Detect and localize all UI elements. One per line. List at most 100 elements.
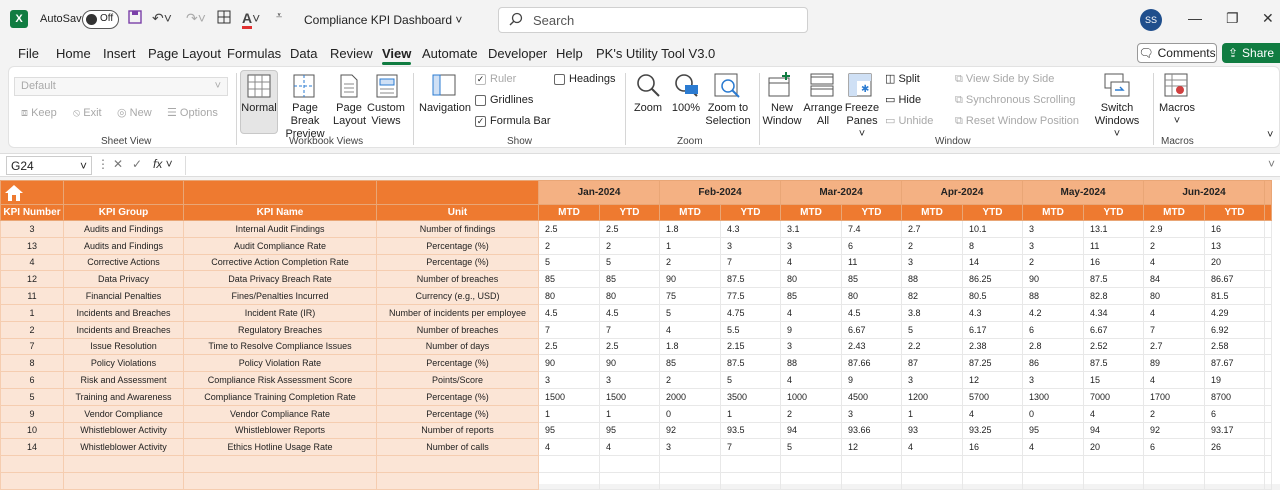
mtd-value-cell[interactable]: 2.9 [1143,220,1205,238]
sheet-view-dropdown[interactable]: Default ˅ [14,77,228,96]
mtd-value-cell[interactable]: 5 [901,320,963,339]
kpi-name-cell[interactable]: Fines/Penalties Incurred [183,287,377,305]
mtd-value-cell[interactable]: 4 [1022,438,1084,457]
restore-icon[interactable]: ❐ [1226,10,1239,27]
formula-bar-checkbox[interactable]: ✓ [475,116,486,127]
mtd-value-cell[interactable]: 75 [659,287,721,305]
kpi-name-cell[interactable]: Policy Violation Rate [183,354,377,373]
ytd-value-cell[interactable] [962,471,1023,490]
mtd-value-cell[interactable]: 88 [1022,287,1084,305]
tab-utility-tool[interactable]: PK's Utility Tool V3.0 [596,46,715,61]
unit-cell[interactable]: Percentage (%) [376,404,539,423]
mtd-value-cell[interactable]: 92 [659,421,721,440]
ytd-value-cell[interactable]: 1 [599,404,660,423]
mtd-value-cell[interactable]: 95 [1022,421,1084,440]
kpi-group-cell[interactable]: Whistleblower Activity [63,421,184,440]
unit-cell[interactable]: Percentage (%) [376,387,539,406]
mtd-value-cell[interactable]: 3 [901,253,963,272]
kpi-number-cell[interactable]: 1 [0,303,64,322]
customize-toolbar-icon[interactable]: ⩡ [276,10,282,23]
zoom-100-button[interactable]: 100% [669,102,703,115]
tab-page-layout[interactable]: Page Layout [148,46,221,61]
ytd-value-cell[interactable]: 9 [841,371,902,389]
enter-icon[interactable]: ✓ [132,157,142,171]
hide-button[interactable]: ▭ Hide [885,94,921,107]
ytd-value-cell[interactable]: 3500 [720,387,781,406]
ytd-value-cell[interactable]: 82.8 [1083,287,1144,305]
empty-cell[interactable] [1264,220,1272,238]
ytd-value-cell[interactable]: 77.5 [720,287,781,305]
ytd-value-cell[interactable]: 7 [599,320,660,339]
freeze-panes-button[interactable]: Freeze Panes ˅ [843,102,881,141]
mtd-value-cell[interactable]: 4.2 [1022,303,1084,322]
kpi-number-cell[interactable]: 10 [0,421,64,440]
mtd-value-cell[interactable] [780,471,842,490]
mtd-value-cell[interactable]: 4 [1143,253,1205,272]
ytd-value-cell[interactable] [1083,471,1144,490]
unit-cell[interactable] [376,471,539,490]
tab-help[interactable]: Help [556,46,583,61]
mtd-value-cell[interactable]: 4 [1143,303,1205,322]
ytd-value-cell[interactable]: 80.5 [962,287,1023,305]
mtd-value-cell[interactable]: 90 [659,270,721,289]
page-layout-button[interactable]: Page Layout [333,102,366,128]
kpi-name-cell[interactable]: Ethics Hotline Usage Rate [183,438,377,457]
kpi-group-cell[interactable]: Audits and Findings [63,236,184,255]
ruler-checkbox[interactable]: ✓ [475,74,486,85]
ytd-value-cell[interactable]: 20 [1204,253,1265,272]
mtd-value-cell[interactable]: 3 [1022,220,1084,238]
ytd-value-cell[interactable]: 87.67 [1204,354,1265,373]
mtd-value-cell[interactable]: 5 [538,253,600,272]
ytd-value-cell[interactable]: 16 [1083,253,1144,272]
mtd-value-cell[interactable]: 3 [659,438,721,457]
new-view-button[interactable]: ◎ New [117,107,152,120]
worksheet-grid[interactable]: Jan-2024 Feb-2024 Mar-2024 Apr-2024 May-… [0,180,1280,490]
mtd-value-cell[interactable]: 1300 [1022,387,1084,406]
ytd-value-cell[interactable]: 20 [1083,438,1144,457]
empty-cell[interactable] [1264,236,1272,255]
tab-automate[interactable]: Automate [422,46,478,61]
mtd-value-cell[interactable]: 4 [538,438,600,457]
ytd-value-cell[interactable]: 4.3 [962,303,1023,322]
ytd-value-cell[interactable]: 7000 [1083,387,1144,406]
navigation-button[interactable]: Navigation [417,102,473,115]
mtd-value-cell[interactable]: 4.5 [538,303,600,322]
ytd-value-cell[interactable]: 2.43 [841,337,902,356]
home-cell[interactable] [0,180,64,205]
zoom-button[interactable]: Zoom [631,102,665,115]
search-box[interactable]: Search [498,7,808,33]
empty-cell[interactable] [1264,455,1272,473]
exit-button[interactable]: ⦸ Exit [73,107,102,120]
ytd-value-cell[interactable]: 6.67 [841,320,902,339]
kpi-number-cell[interactable]: 9 [0,404,64,423]
ytd-value-cell[interactable]: 86.67 [1204,270,1265,289]
kpi-number-cell[interactable]: 12 [0,270,64,289]
kpi-name-cell[interactable]: Corrective Action Completion Rate [183,253,377,272]
kpi-name-cell[interactable]: Audit Compliance Rate [183,236,377,255]
formula-input[interactable] [185,156,1275,175]
kpi-name-cell[interactable]: Vendor Compliance Rate [183,404,377,423]
ytd-value-cell[interactable] [1204,471,1265,490]
name-box[interactable]: G24 ˅ [6,156,92,175]
mtd-value-cell[interactable]: 4 [780,303,842,322]
ytd-value-cell[interactable] [720,471,781,490]
synchronous-scrolling-button[interactable]: ⧉ Synchronous Scrolling [955,94,1075,107]
arrange-all-button[interactable]: Arrange All [803,102,843,128]
mtd-value-cell[interactable]: 5 [780,438,842,457]
mtd-value-cell[interactable]: 4 [659,320,721,339]
document-title[interactable]: Compliance KPI Dashboard ˅ [304,13,462,27]
empty-cell[interactable] [1264,471,1272,490]
kpi-number-cell[interactable]: 6 [0,371,64,389]
ytd-value-cell[interactable]: 1 [720,404,781,423]
kpi-group-cell[interactable]: Incidents and Breaches [63,303,184,322]
ytd-value-cell[interactable]: 3 [720,236,781,255]
mtd-value-cell[interactable]: 1.8 [659,337,721,356]
mtd-value-cell[interactable]: 1500 [538,387,600,406]
ytd-value-cell[interactable]: 13.1 [1083,220,1144,238]
ytd-value-cell[interactable]: 4.5 [841,303,902,322]
reset-window-position-button[interactable]: ⧉ Reset Window Position [955,115,1079,128]
unit-cell[interactable]: Number of breaches [376,320,539,339]
zoom-to-selection-button[interactable]: Zoom to Selection [703,102,753,128]
kpi-number-cell[interactable]: 11 [0,287,64,305]
switch-windows-button[interactable]: Switch Windows ˅ [1091,102,1143,141]
